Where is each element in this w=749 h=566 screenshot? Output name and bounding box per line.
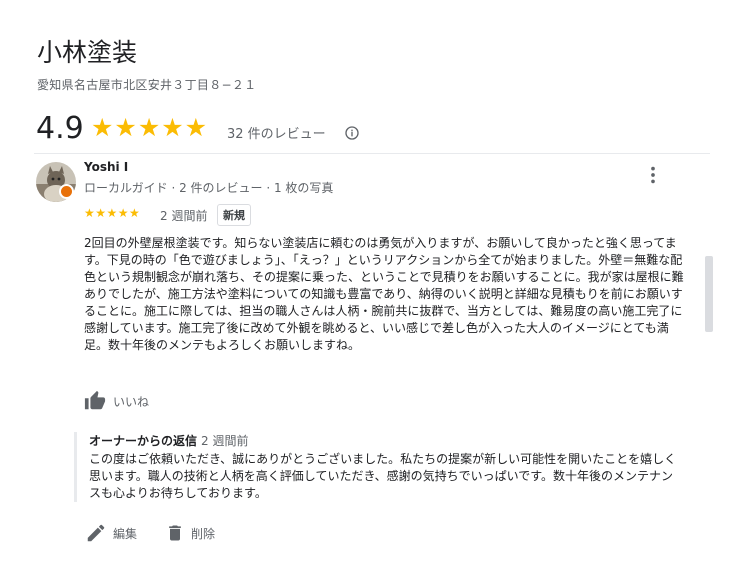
owner-reply-date: 2 週間前 xyxy=(201,434,249,448)
scrollbar[interactable] xyxy=(705,256,713,332)
review-date: 2 週間前 xyxy=(160,209,208,223)
edit-label: 編集 xyxy=(113,526,138,541)
like-label: いいね xyxy=(113,394,150,409)
info-icon[interactable] xyxy=(344,125,360,141)
place-address: 愛知県名古屋市北区安井３丁目８−２１ xyxy=(37,78,257,92)
delete-label: 削除 xyxy=(191,526,216,541)
reviewer-name[interactable]: Yoshi I xyxy=(84,160,128,174)
rating-value: 4.9 xyxy=(36,111,84,146)
delete-button[interactable]: 削除 xyxy=(165,522,215,544)
edit-button[interactable]: 編集 xyxy=(85,522,137,544)
reviewer-meta: ローカルガイド · 2 件のレビュー · 1 枚の写真 xyxy=(84,181,334,195)
place-name: 小林塗装 xyxy=(37,38,138,67)
review-count[interactable]: 32 件のレビュー xyxy=(227,123,326,142)
owner-reply: オーナーからの返信 2 週間前 この度はご依頼いただき、誠にありがとうございました… xyxy=(74,432,684,502)
owner-reply-text: この度はご依頼いただき、誠にありがとうございました。私たちの提案が新しい可能性を… xyxy=(89,452,677,500)
header-divider xyxy=(34,153,710,154)
new-badge: 新規 xyxy=(217,204,251,226)
pencil-icon xyxy=(87,524,105,542)
review-stars: ★★★★★ xyxy=(84,206,141,220)
trash-icon xyxy=(169,525,181,541)
rating-stars: ★★★★★ xyxy=(91,113,209,142)
thumb-up-icon xyxy=(84,390,106,410)
more-vert-icon[interactable] xyxy=(642,164,664,186)
local-guide-badge-icon xyxy=(59,184,74,199)
review-text: 2回目の外壁屋根塗装です。知らない塗装店に頼むのは勇気が入りますが、お願いして良… xyxy=(84,236,684,352)
owner-reply-label: オーナーからの返信 xyxy=(89,434,198,448)
like-button[interactable]: いいね xyxy=(83,390,149,412)
